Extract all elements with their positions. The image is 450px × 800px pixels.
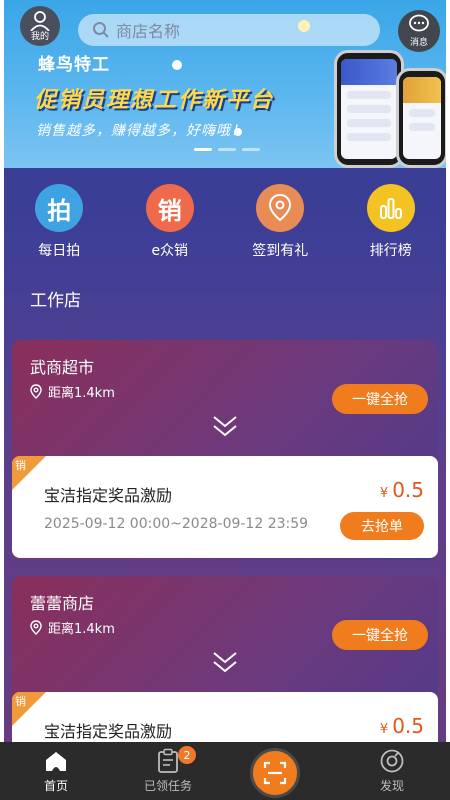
- tab-claimed-tasks-label: 已领任务: [143, 779, 192, 793]
- task-reward: ¥0.5: [380, 478, 424, 502]
- sale-icon: 销: [145, 184, 194, 232]
- compass-icon: [379, 748, 405, 774]
- task-card[interactable]: 销 宝洁指定奖品激励 ¥0.5 2025-09-12 00:00~2028-09…: [12, 456, 438, 558]
- scan-icon: [263, 761, 287, 785]
- task-period: 2025-09-12 00:00~2028-09-12 23:59: [44, 516, 309, 532]
- grab-all-button[interactable]: 一键全抢: [332, 384, 428, 414]
- home-icon: [43, 748, 69, 774]
- user-icon: [30, 10, 50, 31]
- search-icon: [93, 22, 109, 38]
- grab-all-button[interactable]: 一键全抢: [332, 620, 428, 650]
- store-distance: 距离1.4km: [30, 618, 115, 637]
- category-e-sales[interactable]: 销 e众销: [130, 184, 210, 260]
- task-tag: 销: [15, 459, 26, 472]
- store-distance: 距离1.4km: [30, 382, 115, 401]
- brand-name: 蜂鸟特工: [38, 55, 110, 75]
- chevron-double-down-icon[interactable]: [212, 414, 238, 438]
- store-distance-text: 距离1.4km: [48, 622, 115, 637]
- decor-dot: [172, 60, 182, 70]
- task-tag: 销: [15, 695, 26, 708]
- pager-dot-active: [194, 148, 212, 151]
- search-placeholder: 商店名称: [116, 22, 181, 41]
- pager-dot: [242, 148, 260, 151]
- tab-discover-label: 发现: [379, 779, 404, 793]
- phone-illustration: [334, 50, 404, 168]
- my-profile-label: 我的: [30, 31, 49, 42]
- grab-order-button[interactable]: 去抢单: [340, 512, 424, 540]
- task-name: 宝洁指定奖品激励: [44, 486, 173, 505]
- location-pin-icon: [30, 620, 42, 635]
- app-screen: 蜂鸟特工 促销员理想工作新平台 销售越多，赚得越多，好嗨哦！ 我的 商店名称 消…: [4, 0, 446, 800]
- category-ranking[interactable]: 排行榜: [351, 184, 431, 260]
- tab-discover[interactable]: 发现: [336, 742, 448, 800]
- my-profile-button[interactable]: 我的: [20, 6, 60, 46]
- currency-symbol: ¥: [379, 486, 389, 501]
- bar-chart-icon: [366, 184, 415, 232]
- task-name: 宝洁指定奖品激励: [44, 722, 173, 741]
- scan-button[interactable]: [250, 748, 300, 798]
- tasks-count-badge: 2: [178, 746, 196, 764]
- phone-illustration: [396, 68, 446, 168]
- store-search-input[interactable]: 商店名称: [78, 14, 380, 46]
- location-pin-icon: [30, 384, 42, 399]
- task-reward-value: 0.5: [392, 478, 424, 502]
- tab-home-label: 首页: [43, 779, 68, 793]
- tab-home[interactable]: 首页: [0, 742, 112, 800]
- store-name: 武商超市: [30, 358, 95, 377]
- camera-icon: 拍: [35, 184, 84, 232]
- store-name: 蕾蕾商店: [30, 594, 95, 613]
- section-title: 工作店: [30, 291, 81, 311]
- category-label: e众销: [151, 243, 189, 259]
- pager-dot: [218, 148, 236, 151]
- task-reward: ¥0.5: [380, 714, 424, 738]
- category-label: 每日拍: [38, 243, 81, 259]
- category-label: 排行榜: [369, 243, 412, 259]
- category-daily-photo[interactable]: 拍 每日拍: [19, 184, 99, 260]
- category-check-in[interactable]: 签到有礼: [240, 184, 320, 260]
- bottom-tab-bar: 首页 已领任务 2 发现: [0, 742, 450, 800]
- category-label: 签到有礼: [252, 243, 309, 259]
- store-card: 武商超市 距离1.4km 一键全抢 销 宝洁指定奖品激励 ¥0.5 2025-0…: [12, 340, 438, 560]
- banner-sub-slogan: 销售越多，赚得越多，好嗨哦！: [36, 123, 246, 139]
- chevron-double-down-icon[interactable]: [212, 650, 238, 674]
- store-distance-text: 距离1.4km: [48, 386, 115, 401]
- chat-bubble-icon: [409, 14, 429, 32]
- currency-symbol: ¥: [379, 722, 389, 737]
- category-shortcuts: 拍 每日拍 销 e众销 签到有礼 排行榜: [4, 184, 446, 260]
- location-pin-icon: [256, 184, 305, 232]
- banner-slogan: 促销员理想工作新平台: [34, 88, 275, 113]
- clipboard-icon: [155, 748, 181, 774]
- tab-claimed-tasks[interactable]: 已领任务 2: [112, 742, 224, 800]
- banner-pager: [194, 148, 260, 151]
- promo-banner[interactable]: 蜂鸟特工 促销员理想工作新平台 销售越多，赚得越多，好嗨哦！ 我的 商店名称 消…: [4, 0, 446, 168]
- messages-button[interactable]: 消息: [398, 10, 440, 52]
- task-reward-value: 0.5: [392, 714, 424, 738]
- messages-label: 消息: [409, 38, 428, 48]
